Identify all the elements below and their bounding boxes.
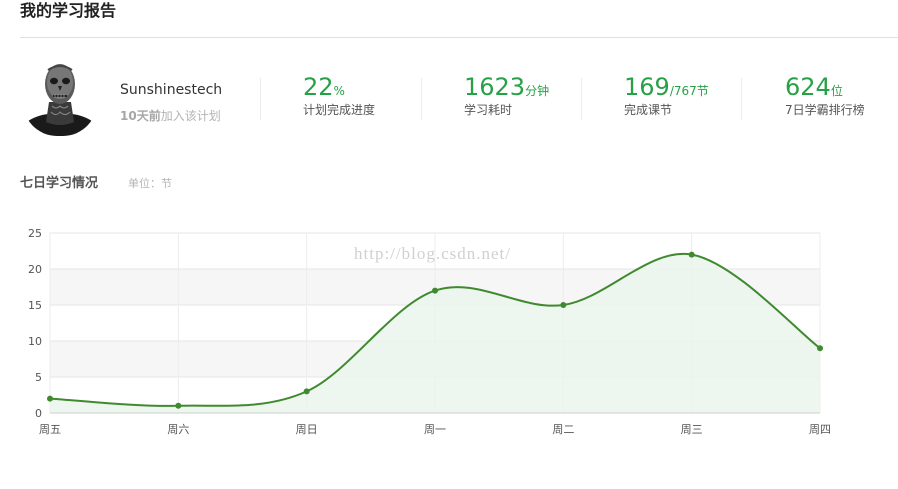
join-days: 10天前: [120, 109, 161, 123]
stat-study-time-unit: 分钟: [525, 84, 550, 98]
page-title: 我的学习报告: [20, 1, 117, 20]
stat-progress-label: 计划完成进度: [303, 103, 376, 117]
stat-divider: [741, 78, 742, 120]
y-tick-label: 25: [28, 227, 42, 240]
unit-note: 单位：节: [128, 177, 172, 190]
avatar-portrait-image: [22, 56, 98, 136]
title-divider: [20, 37, 898, 38]
weekly-study-chart: 0 5 10 15 20 25 周五 周六 周日 周一 周二 周三 周四: [28, 227, 831, 436]
stat-ranking-value: 624: [785, 73, 831, 101]
x-tick-label: 周日: [296, 423, 318, 436]
stat-divider: [421, 78, 422, 120]
stat-lessons-unit: /767节: [669, 84, 709, 98]
section-title: 七日学习情况: [20, 176, 99, 191]
stat-lessons-value: 169: [624, 73, 670, 101]
stat-lessons-label: 完成课节: [624, 103, 673, 117]
stat-progress-unit: %: [333, 84, 345, 98]
data-point: [175, 402, 182, 409]
x-tick-label: 周五: [39, 423, 61, 436]
join-info: 10天前加入该计划: [120, 108, 221, 124]
stat-progress-value: 22: [303, 73, 334, 101]
y-tick-label: 10: [28, 335, 42, 348]
data-point: [432, 287, 438, 294]
x-tick-label: 周二: [552, 423, 574, 436]
y-tick-label: 15: [28, 299, 42, 312]
x-tick-label: 周四: [809, 423, 831, 436]
stat-study-time-label: 学习耗时: [464, 103, 513, 117]
data-point: [303, 388, 310, 395]
stat-ranking[interactable]: 624位 7日学霸排行榜: [785, 72, 865, 118]
x-tick-label: 周一: [424, 423, 446, 436]
stat-ranking-label: 7日学霸排行榜: [785, 103, 865, 117]
y-tick-label: 20: [28, 263, 42, 276]
x-tick-label: 周六: [167, 423, 189, 436]
y-tick-label: 0: [35, 407, 42, 420]
stat-study-time: 1623分钟 学习耗时: [464, 72, 549, 118]
username: Sunshinestech: [120, 82, 223, 98]
stat-study-time-value: 1623: [464, 73, 526, 101]
stat-lessons: 169/767节 完成课节: [624, 72, 709, 118]
data-point: [47, 395, 53, 402]
avatar[interactable]: [22, 56, 98, 136]
stat-divider: [260, 78, 261, 120]
x-tick-label: 周三: [681, 423, 703, 436]
data-point: [560, 302, 567, 308]
join-text: 加入该计划: [160, 109, 221, 123]
stat-ranking-unit: 位: [830, 84, 843, 98]
y-tick-label: 5: [35, 371, 42, 384]
stat-divider: [581, 78, 582, 120]
data-point: [688, 251, 695, 258]
stat-progress: 22% 计划完成进度: [303, 72, 375, 118]
data-point: [817, 345, 823, 352]
